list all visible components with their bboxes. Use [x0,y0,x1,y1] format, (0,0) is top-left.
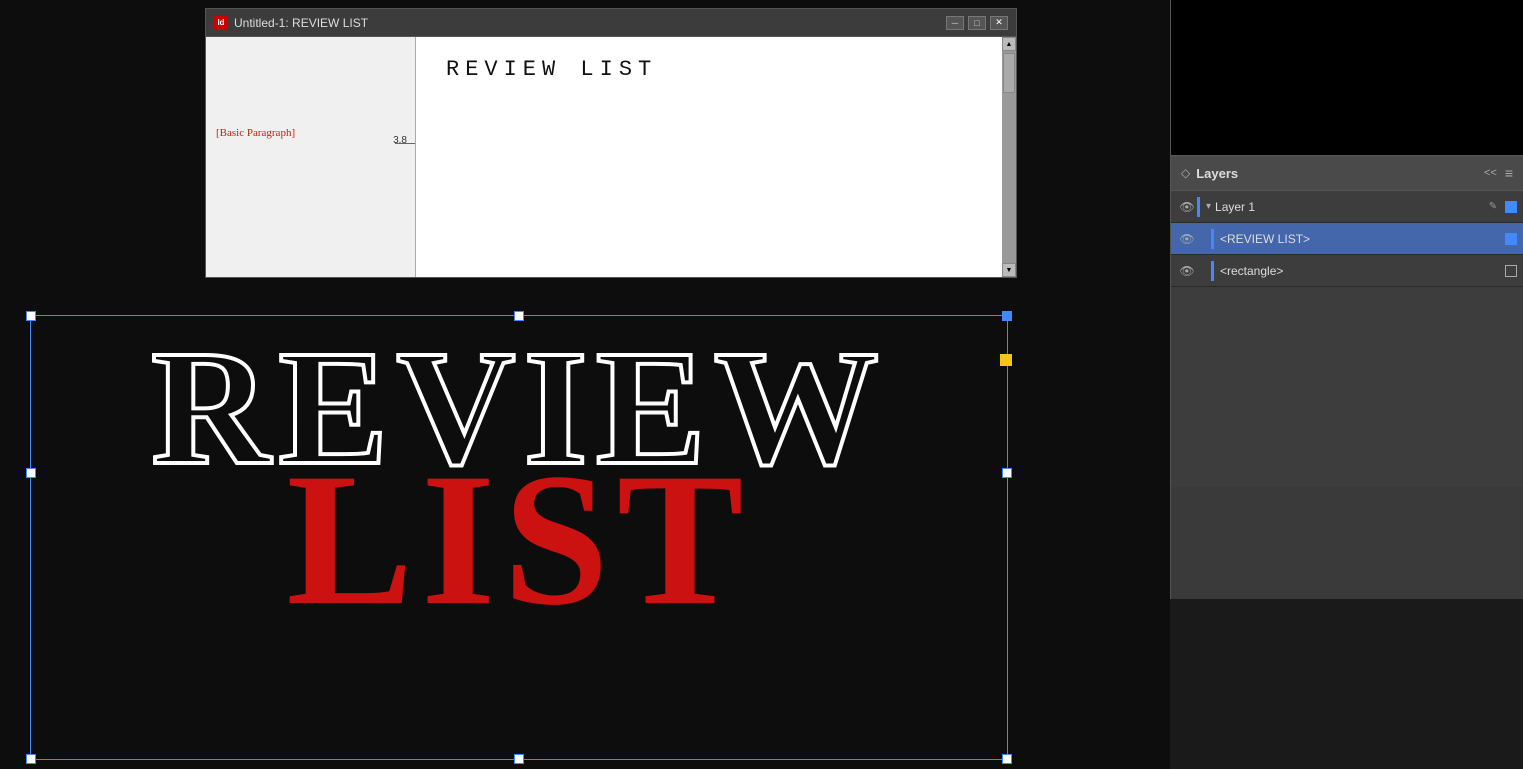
layers-header-right: << ≡ [1484,165,1513,181]
app-icon: Id [214,16,228,30]
top-right-black [1171,0,1523,155]
ruler-line [395,143,415,144]
eye-icon-rectangle[interactable]: 👁 [1177,261,1197,281]
layers-header-left: ◇ Layers [1181,166,1238,181]
layers-header: ◇ Layers << ≡ [1171,155,1523,191]
layers-menu-button[interactable]: ≡ [1505,165,1513,181]
window-titlebar: Id Untitled-1: REVIEW LIST ─ □ ✕ [206,9,1016,37]
list-red-text: LIST [286,445,751,635]
window-title-area: Id Untitled-1: REVIEW LIST [214,16,368,30]
doc-right-panel: REVIEW LIST [416,37,1002,277]
layer-name-reviewlist: <REVIEW LIST> [1220,232,1501,246]
layers-collapse-button[interactable]: << [1484,167,1497,179]
scroll-up-arrow[interactable]: ▲ [1002,37,1016,51]
pen-icon-layer1: ✎ [1485,199,1501,215]
layer-color-bar-rectangle [1211,261,1214,281]
layer-color-bar-layer1 [1197,197,1200,217]
doc-scrollbar[interactable]: ▲ ▼ [1002,37,1016,277]
layer-name-layer1: Layer 1 [1215,200,1485,214]
window-title: Untitled-1: REVIEW LIST [234,16,368,30]
layer-row-rectangle[interactable]: 👁 <rectangle> [1171,255,1523,287]
doc-review-title: REVIEW LIST [446,57,972,82]
artwork-text: REVIEW LIST [30,315,1008,760]
document-window: Id Untitled-1: REVIEW LIST ─ □ ✕ [Basic … [205,8,1017,278]
layers-icon: ◇ [1181,166,1190,180]
layer-color-bar-reviewlist [1211,229,1214,249]
right-panel: ◇ Layers << ≡ 👁 ▾ Layer 1 ✎ 👁 <REVIEW LI… [1170,0,1523,769]
layers-title: Layers [1196,166,1238,181]
window-controls[interactable]: ─ □ ✕ [946,16,1008,30]
document-content: [Basic Paragraph] 3.8 REVIEW LIST ▲ ▼ [206,37,1016,277]
layer-row-reviewlist[interactable]: 👁 <REVIEW LIST> [1171,223,1523,255]
layers-spacer [1171,287,1523,487]
layers-panel: ◇ Layers << ≡ 👁 ▾ Layer 1 ✎ 👁 <REVIEW LI… [1171,155,1523,487]
swatch-rectangle [1505,265,1517,277]
artwork-container: REVIEW LIST [30,315,1008,760]
eye-icon-reviewlist[interactable]: 👁 [1177,229,1197,249]
expand-icon-layer1[interactable]: ▾ [1206,201,1211,212]
maximize-button[interactable]: □ [968,16,986,30]
scroll-thumb[interactable] [1003,53,1015,93]
close-button[interactable]: ✕ [990,16,1008,30]
layer-name-rectangle: <rectangle> [1220,264,1501,278]
swatch-reviewlist [1505,233,1517,245]
eye-icon-layer1[interactable]: 👁 [1177,197,1197,217]
swatch-layer1 [1505,201,1517,213]
doc-left-panel: [Basic Paragraph] 3.8 [206,37,416,277]
paragraph-label: [Basic Paragraph] [216,127,295,139]
minimize-button[interactable]: ─ [946,16,964,30]
ruler-mark: 3.8 [393,135,407,146]
scroll-down-arrow[interactable]: ▼ [1002,263,1016,277]
layer-row-layer1[interactable]: 👁 ▾ Layer 1 ✎ [1171,191,1523,223]
right-bottom-area [1170,599,1523,769]
